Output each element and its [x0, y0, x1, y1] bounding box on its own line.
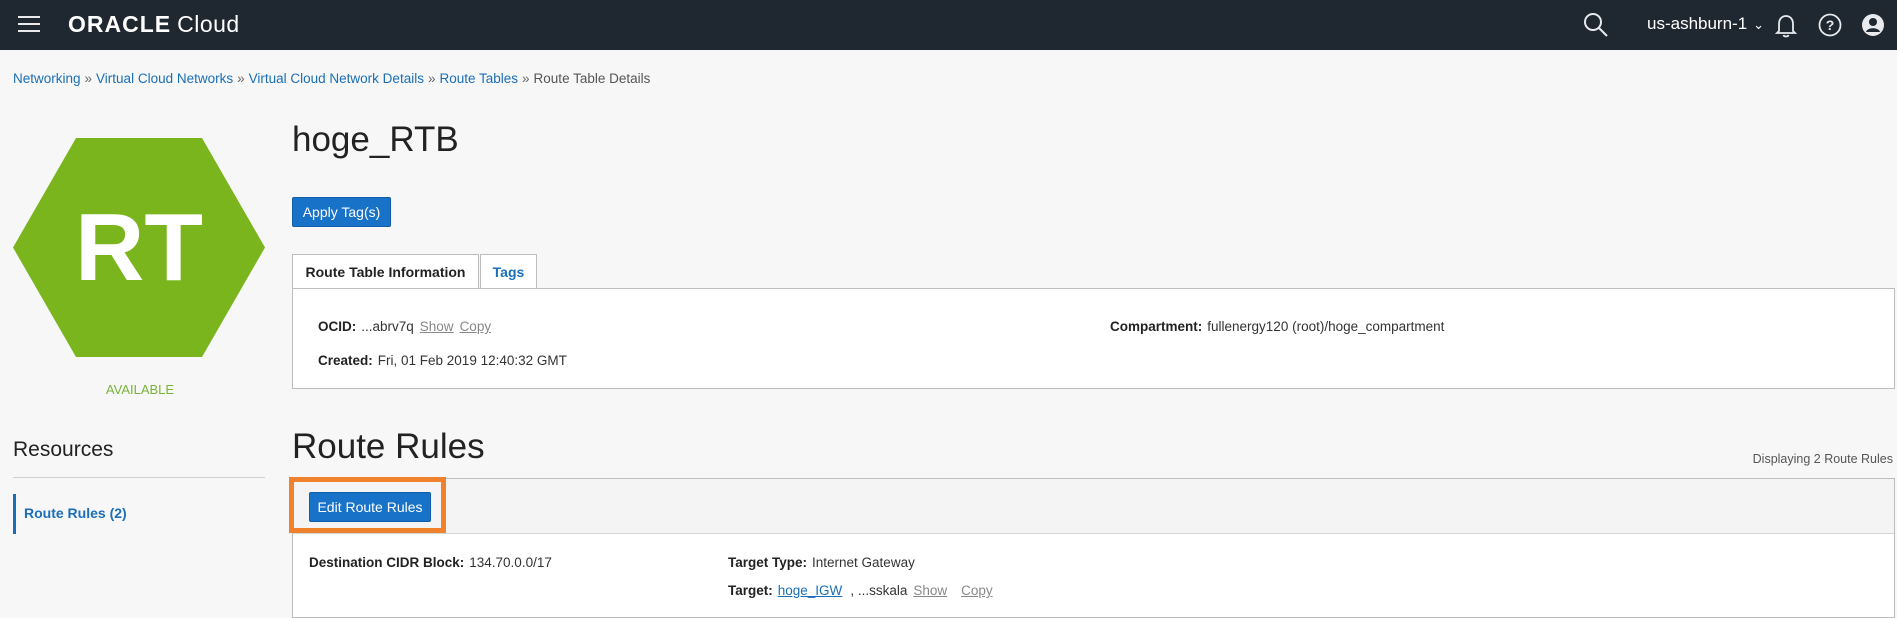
user-profile-icon[interactable] [1859, 11, 1887, 39]
destination-value: 134.70.0.0/17 [469, 555, 552, 570]
compartment-label: Compartment: [1110, 319, 1203, 334]
route-rules-panel: Edit Route Rules Destination CIDR Block:… [292, 478, 1895, 618]
target-copy-link[interactable]: Copy [961, 583, 993, 598]
created-label: Created: [318, 353, 373, 368]
hexagon-letters: RT [75, 193, 203, 301]
target-link[interactable]: hoge_IGW [778, 583, 843, 598]
breadcrumb-virtual-cloud-networks[interactable]: Virtual Cloud Networks [96, 71, 233, 86]
ocid-value: ...abrv7q [361, 319, 414, 334]
tab-route-table-information[interactable]: Route Table Information [292, 254, 479, 289]
destination-label: Destination CIDR Block: [309, 555, 465, 570]
breadcrumb-separator: » [427, 71, 436, 86]
ocid-label: OCID: [318, 319, 357, 334]
resources-title: Resources [13, 438, 114, 461]
ocid-row: OCID: ...abrv7q Show Copy [318, 319, 491, 334]
region-label: us-ashburn-1 [1647, 14, 1748, 33]
target-type-label: Target Type: [728, 555, 808, 570]
sidebar-item-label[interactable]: Route Rules (2) [24, 505, 127, 521]
route-table-info-panel: OCID: ...abrv7q Show Copy Created: Fri, 01 F… [292, 288, 1895, 389]
target-show-link[interactable]: Show [913, 583, 947, 598]
edit-route-rules-button[interactable]: Edit Route Rules [309, 492, 431, 522]
bell-icon[interactable] [1772, 11, 1800, 39]
breadcrumb-vcn-details[interactable]: Virtual Cloud Network Details [249, 71, 424, 86]
brand-oracle: ORACLE [68, 11, 172, 37]
brand-cloud: Cloud [177, 11, 240, 37]
help-icon[interactable]: ? [1816, 11, 1844, 39]
route-table-hexagon-icon: RT [13, 138, 265, 357]
route-rule-destination: Destination CIDR Block: 134.70.0.0/17 [309, 555, 552, 570]
created-row: Created: Fri, 01 Feb 2019 12:40:32 GMT [318, 353, 567, 368]
breadcrumb-separator: » [237, 71, 245, 86]
page-title: hoge_RTB [292, 120, 459, 159]
target-label: Target: [728, 583, 773, 598]
compartment-row: Compartment: fullenergy120 (root)/hoge_co… [1110, 319, 1444, 334]
search-icon[interactable] [1582, 11, 1610, 39]
menu-icon[interactable] [18, 16, 40, 32]
divider [13, 477, 265, 478]
target-type-value: Internet Gateway [812, 555, 915, 570]
ocid-copy-link[interactable]: Copy [460, 319, 492, 334]
breadcrumb-separator: » [84, 71, 93, 86]
top-navigation-bar: ORACLE Cloud us-ashburn-1 ⌄ ? [0, 0, 1897, 50]
compartment-value: fullenergy120 (root)/hoge_compartment [1207, 319, 1445, 334]
breadcrumb-route-tables[interactable]: Route Tables [439, 71, 518, 86]
route-rule-target-type: Target Type: Internet Gateway [728, 555, 915, 570]
ocid-show-link[interactable]: Show [420, 319, 454, 334]
tab-tags[interactable]: Tags [480, 254, 537, 290]
region-selector[interactable]: us-ashburn-1 ⌄ [1647, 14, 1764, 34]
created-value: Fri, 01 Feb 2019 12:40:32 GMT [377, 353, 567, 368]
breadcrumb: Networking» Virtual Cloud Networks» Virtua… [13, 71, 650, 86]
breadcrumb-current: Route Table Details [533, 71, 651, 86]
oracle-cloud-logo[interactable]: ORACLE Cloud [68, 11, 240, 38]
route-rules-count: Displaying 2 Route Rules [1752, 452, 1893, 466]
route-rules-title: Route Rules [292, 427, 485, 466]
apply-tags-button[interactable]: Apply Tag(s) [292, 197, 391, 227]
route-rules-toolbar: Edit Route Rules [293, 479, 1894, 534]
chevron-down-icon: ⌄ [1753, 17, 1765, 32]
svg-text:?: ? [1826, 17, 1835, 33]
status-badge: AVAILABLE [105, 382, 175, 397]
breadcrumb-separator: » [522, 71, 530, 86]
target-ocid: , ...sskala [850, 583, 908, 598]
route-rule-target: Target: hoge_IGW , ...sskala Show Copy [728, 583, 993, 598]
sidebar-item-route-rules[interactable]: Route Rules (2) [13, 494, 256, 534]
breadcrumb-networking[interactable]: Networking [13, 71, 81, 86]
